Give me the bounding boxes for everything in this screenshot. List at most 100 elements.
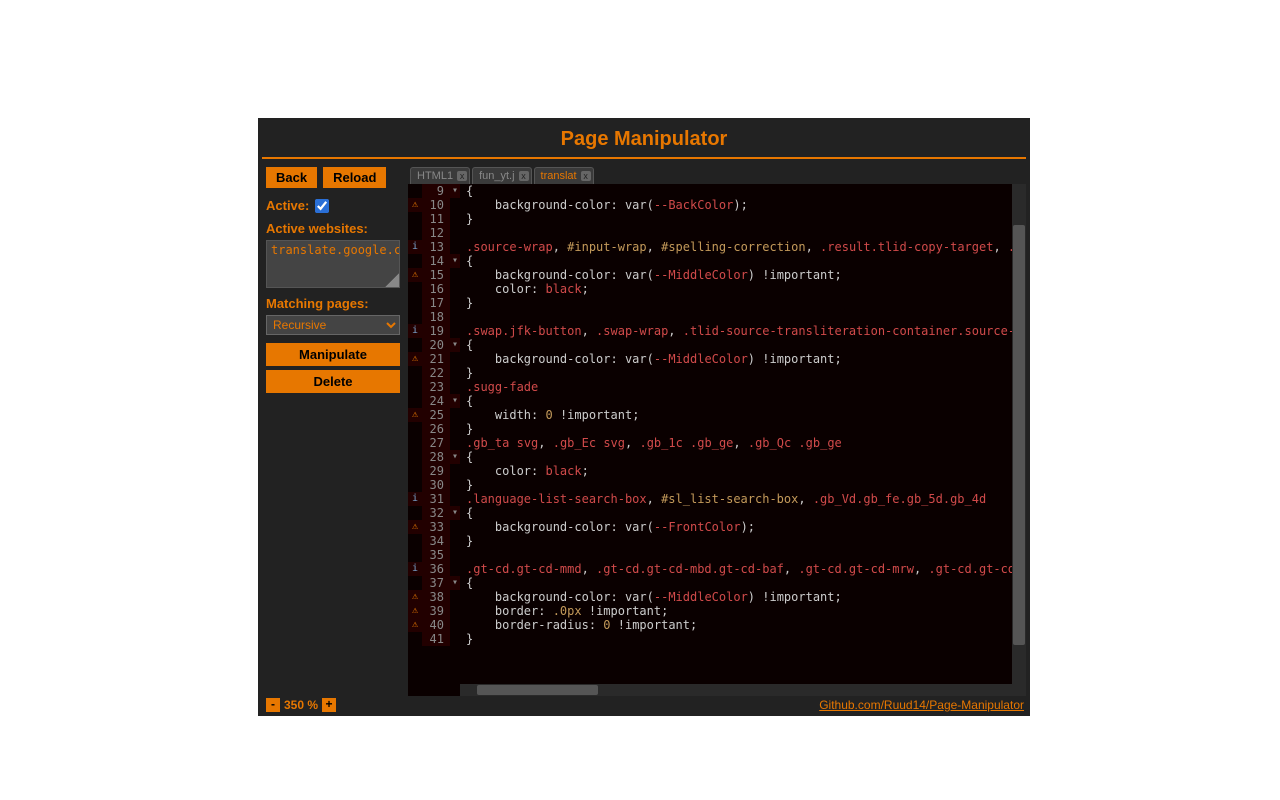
line-number: 30: [422, 478, 450, 492]
code-line[interactable]: 41}: [408, 632, 1026, 646]
fold-icon[interactable]: ▾: [450, 506, 460, 520]
code-line[interactable]: ⚠33 background-color: var(--FrontColor);: [408, 520, 1026, 534]
code-content: width: 0 !important;: [460, 408, 639, 422]
code-line[interactable]: ⚠15 background-color: var(--MiddleColor)…: [408, 268, 1026, 282]
code-content: .gt-cd.gt-cd-mmd, .gt-cd.gt-cd-mbd.gt-cd…: [460, 562, 1026, 576]
code-line[interactable]: 37▾{: [408, 576, 1026, 590]
reload-button[interactable]: Reload: [323, 167, 386, 188]
line-number: 29: [422, 464, 450, 478]
code-line[interactable]: 26}: [408, 422, 1026, 436]
line-number: 15: [422, 268, 450, 282]
fold-icon[interactable]: ▾: [450, 576, 460, 590]
line-number: 16: [422, 282, 450, 296]
code-line[interactable]: ⚠21 background-color: var(--MiddleColor)…: [408, 352, 1026, 366]
line-number: 21: [422, 352, 450, 366]
code-content: }: [460, 296, 473, 310]
fold-icon[interactable]: ▾: [450, 254, 460, 268]
code-line[interactable]: 16 color: black;: [408, 282, 1026, 296]
code-line[interactable]: 12: [408, 226, 1026, 240]
zoom-in-button[interactable]: +: [322, 698, 336, 712]
code-line[interactable]: 24▾{: [408, 394, 1026, 408]
code-line[interactable]: ⚠38 background-color: var(--MiddleColor)…: [408, 590, 1026, 604]
line-number: 12: [422, 226, 450, 240]
code-line[interactable]: 14▾{: [408, 254, 1026, 268]
code-line[interactable]: ⚠25 width: 0 !important;: [408, 408, 1026, 422]
warning-icon: ⚠: [408, 520, 422, 534]
code-line[interactable]: 22}: [408, 366, 1026, 380]
tab-HTML1[interactable]: HTML1x: [410, 167, 470, 184]
vertical-scrollbar[interactable]: [1012, 184, 1026, 696]
line-number: 36: [422, 562, 450, 576]
code-line[interactable]: 30}: [408, 478, 1026, 492]
close-icon[interactable]: x: [457, 171, 467, 181]
line-number: 13: [422, 240, 450, 254]
main: HTML1xfun_yt.jxtranslatx 9▾{⚠10 backgrou…: [408, 167, 1026, 696]
code-editor[interactable]: 9▾{⚠10 background-color: var(--BackColor…: [408, 184, 1026, 696]
code-line[interactable]: i31.language-list-search-box, #sl_list-s…: [408, 492, 1026, 506]
code-line[interactable]: 20▾{: [408, 338, 1026, 352]
delete-button[interactable]: Delete: [266, 370, 400, 393]
manipulate-button[interactable]: Manipulate: [266, 343, 400, 366]
fold-icon[interactable]: ▾: [450, 394, 460, 408]
code-content: background-color: var(--BackColor);: [460, 198, 748, 212]
fold-icon[interactable]: ▾: [450, 184, 460, 198]
code-line[interactable]: ⚠39 border: .0px !important;: [408, 604, 1026, 618]
code-line[interactable]: 32▾{: [408, 506, 1026, 520]
code-content: .swap.jfk-button, .swap-wrap, .tlid-sour…: [460, 324, 1026, 338]
info-icon: i: [408, 240, 422, 254]
code-line[interactable]: i36.gt-cd.gt-cd-mmd, .gt-cd.gt-cd-mbd.gt…: [408, 562, 1026, 576]
code-line[interactable]: ⚠10 background-color: var(--BackColor);: [408, 198, 1026, 212]
code-content: .language-list-search-box, #sl_list-sear…: [460, 492, 986, 506]
fold-icon[interactable]: ▾: [450, 338, 460, 352]
fold-icon[interactable]: ▾: [450, 450, 460, 464]
code-line[interactable]: i19.swap.jfk-button, .swap-wrap, .tlid-s…: [408, 324, 1026, 338]
tab-fun_yt.j[interactable]: fun_yt.jx: [472, 167, 531, 184]
code-line[interactable]: 9▾{: [408, 184, 1026, 198]
line-number: 40: [422, 618, 450, 632]
matching-pages-select[interactable]: Recursive: [266, 315, 400, 335]
warning-icon: ⚠: [408, 604, 422, 618]
code-line[interactable]: 17}: [408, 296, 1026, 310]
code-content: background-color: var(--MiddleColor) !im…: [460, 352, 842, 366]
line-number: 28: [422, 450, 450, 464]
warning-icon: ⚠: [408, 352, 422, 366]
code-line[interactable]: 29 color: black;: [408, 464, 1026, 478]
warning-icon: ⚠: [408, 268, 422, 282]
line-number: 25: [422, 408, 450, 422]
line-number: 31: [422, 492, 450, 506]
code-content: .gb_ta svg, .gb_Ec svg, .gb_1c .gb_ge, .…: [460, 436, 842, 450]
back-button[interactable]: Back: [266, 167, 317, 188]
line-number: 37: [422, 576, 450, 590]
close-icon[interactable]: x: [519, 171, 529, 181]
tab-translat[interactable]: translatx: [534, 167, 594, 184]
line-number: 20: [422, 338, 450, 352]
zoom-out-button[interactable]: -: [266, 698, 280, 712]
code-line[interactable]: i13 .source-wrap, #input-wrap, #spelling-…: [408, 240, 1026, 254]
line-number: 14: [422, 254, 450, 268]
code-line[interactable]: 23.sugg-fade: [408, 380, 1026, 394]
zoom-value: 350 %: [284, 698, 318, 712]
code-content: }: [460, 212, 473, 226]
horizontal-scrollbar[interactable]: [460, 684, 1012, 696]
code-line[interactable]: 35: [408, 548, 1026, 562]
close-icon[interactable]: x: [581, 171, 591, 181]
code-content: {: [460, 338, 473, 352]
code-content: .source-wrap, #input-wrap, #spelling-cor…: [460, 240, 1026, 254]
active-websites-input[interactable]: translate.google.c: [266, 240, 400, 288]
github-link[interactable]: Github.com/Ruud14/Page-Manipulator: [819, 698, 1024, 712]
code-line[interactable]: 34}: [408, 534, 1026, 548]
active-checkbox[interactable]: [315, 199, 329, 213]
line-number: 19: [422, 324, 450, 338]
code-content: {: [460, 506, 473, 520]
active-websites-label: Active websites:: [266, 221, 400, 236]
line-number: 11: [422, 212, 450, 226]
line-number: 33: [422, 520, 450, 534]
code-line[interactable]: ⚠40 border-radius: 0 !important;: [408, 618, 1026, 632]
code-line[interactable]: 11}: [408, 212, 1026, 226]
warning-icon: ⚠: [408, 408, 422, 422]
code-line[interactable]: 28▾{: [408, 450, 1026, 464]
code-line[interactable]: 18: [408, 310, 1026, 324]
footer: - 350 % + Github.com/Ruud14/Page-Manipul…: [258, 696, 1030, 716]
code-line[interactable]: 27 .gb_ta svg, .gb_Ec svg, .gb_1c .gb_ge,…: [408, 436, 1026, 450]
line-number: 27: [422, 436, 450, 450]
